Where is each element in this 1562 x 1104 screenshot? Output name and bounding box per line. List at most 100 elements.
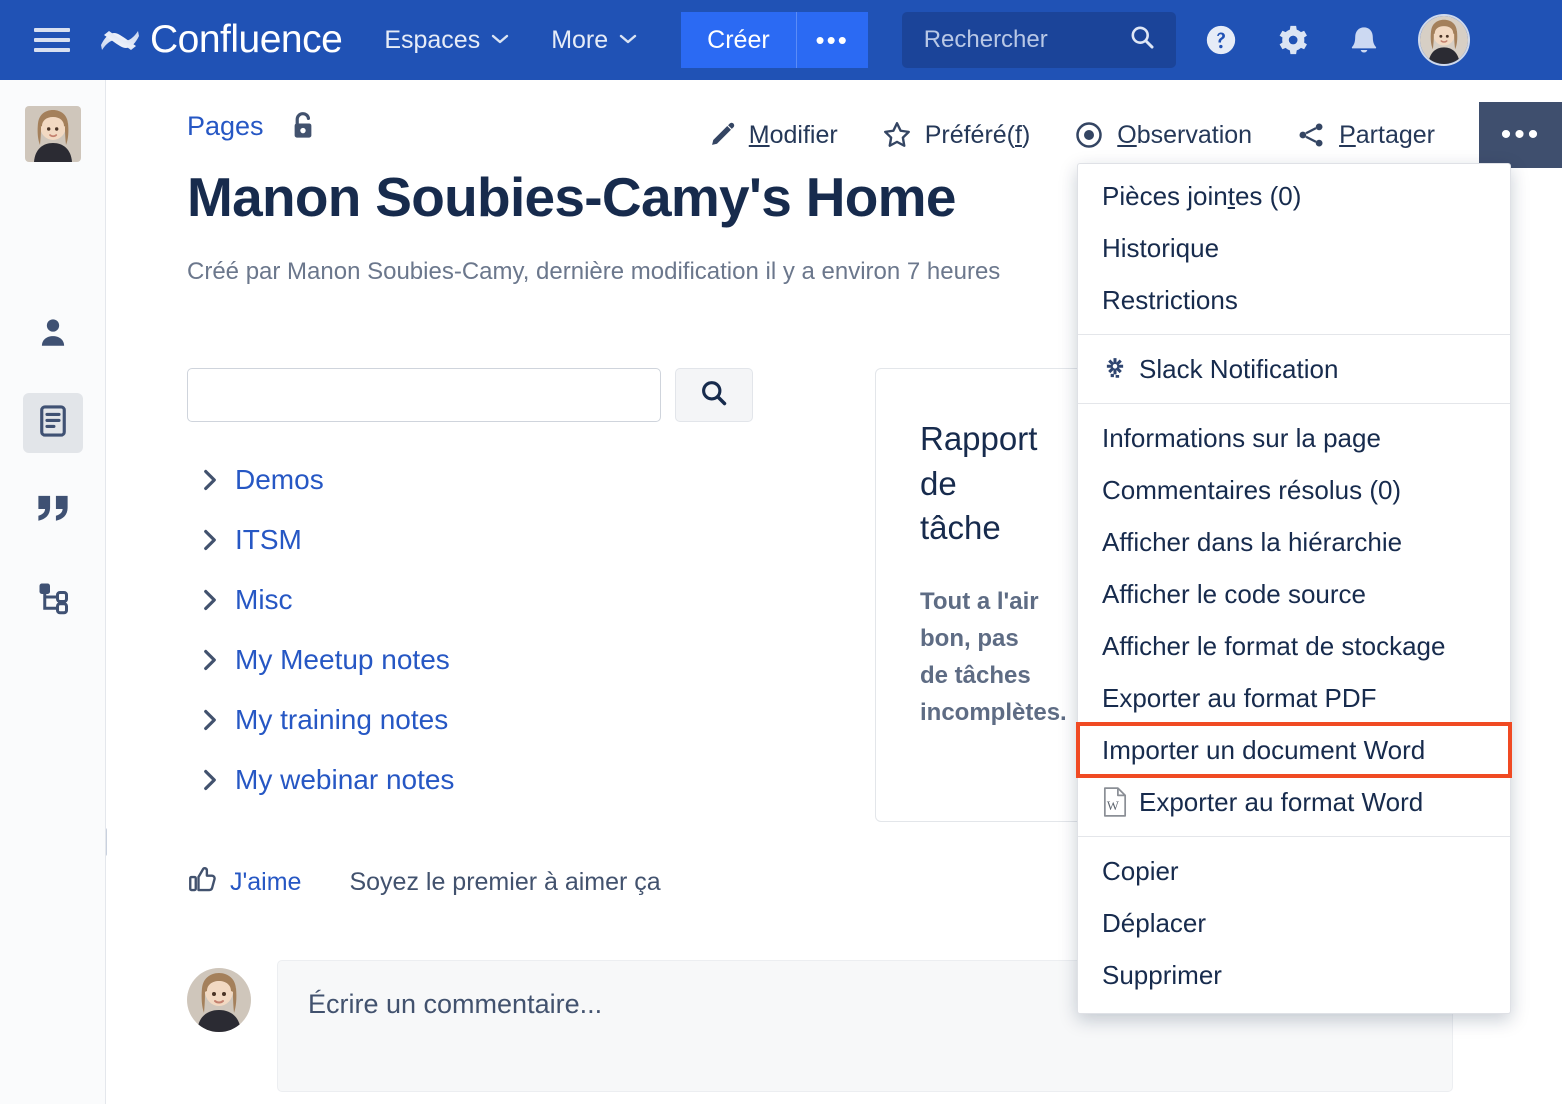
hierarchy-tree-icon	[35, 579, 71, 620]
confluence-logo-link[interactable]: Confluence	[98, 18, 343, 62]
menu-group-integrations: Slack Notification	[1078, 334, 1510, 395]
menu-item-view-storage-format[interactable]: Afficher le format de stockage	[1078, 620, 1510, 672]
search-icon	[699, 378, 729, 413]
list-item[interactable]: My Meetup notes	[193, 630, 833, 690]
person-icon	[35, 315, 71, 356]
chevron-right-icon[interactable]	[193, 709, 227, 731]
chevron-right-icon[interactable]	[193, 649, 227, 671]
list-item[interactable]: My training notes	[193, 690, 833, 750]
pencil-icon	[708, 121, 736, 149]
page-tree-link[interactable]: Demos	[235, 464, 324, 496]
menu-item-history[interactable]: Historique	[1078, 222, 1510, 274]
breadcrumb-pages-link[interactable]: Pages	[187, 111, 264, 142]
menu-item-slack-notification[interactable]: Slack Notification	[1078, 343, 1510, 395]
settings-gear-icon[interactable]	[1276, 23, 1310, 57]
share-icon	[1296, 120, 1326, 150]
menu-item-label: Déplacer	[1102, 907, 1207, 938]
menu-item-view-source[interactable]: Afficher le code source	[1078, 568, 1510, 620]
nav-item-espaces[interactable]: Espaces	[384, 26, 509, 55]
menu-item-view-in-hierarchy[interactable]: Afficher dans la hiérarchie	[1078, 516, 1510, 568]
like-button[interactable]: J'aime	[187, 865, 301, 900]
page-tree-link[interactable]: My training notes	[235, 704, 448, 736]
page-tree-link[interactable]: Misc	[235, 584, 293, 616]
page-title: Manon Soubies-Camy's Home	[187, 166, 956, 228]
task-report-title: Rapport de tâche	[920, 420, 1038, 547]
menu-item-delete[interactable]: Supprimer	[1078, 949, 1510, 1001]
menu-item-label: Exporter au format PDF	[1102, 682, 1377, 713]
hamburger-menu-icon[interactable]	[34, 22, 70, 58]
top-navigation-bar: Confluence Espaces More Créer ••• Recher…	[0, 0, 1562, 80]
chevron-right-icon[interactable]	[193, 769, 227, 791]
chevron-right-icon[interactable]	[193, 529, 227, 551]
page-tree-link[interactable]: ITSM	[235, 524, 302, 556]
page-tree-link[interactable]: My Meetup notes	[235, 644, 450, 676]
chevron-down-icon	[619, 30, 637, 50]
menu-item-export-pdf[interactable]: Exporter au format PDF	[1078, 672, 1510, 724]
space-avatar[interactable]	[25, 106, 81, 162]
confluence-wordmark: Confluence	[150, 18, 343, 61]
user-avatar[interactable]	[1417, 14, 1470, 66]
share-button[interactable]: Partager	[1296, 120, 1435, 150]
favorite-button-label: Préféré(f)	[924, 120, 1031, 149]
help-icon[interactable]	[1204, 23, 1238, 57]
edit-button-label: Modifier	[748, 120, 838, 149]
menu-item-label: Importer un document Word	[1102, 734, 1426, 765]
list-item[interactable]: Demos	[193, 450, 833, 510]
page-more-actions-menu: Pièces jointes (0) Historique Restrictio…	[1076, 163, 1512, 1014]
like-hint-text: Soyez le premier à aimer ça	[349, 868, 661, 896]
menu-item-label: Restrictions	[1102, 284, 1238, 315]
menu-item-label: Afficher dans la hiérarchie	[1102, 526, 1403, 557]
menu-bottom-padding	[1078, 1001, 1510, 1013]
chevron-right-icon[interactable]	[193, 469, 227, 491]
notifications-bell-icon[interactable]	[1348, 23, 1380, 57]
user-avatar-image	[1419, 16, 1468, 64]
create-button[interactable]: Créer	[681, 12, 796, 68]
create-more-button[interactable]: •••	[795, 12, 868, 68]
list-item[interactable]: Misc	[193, 570, 833, 630]
svg-text:W: W	[1107, 799, 1119, 813]
menu-item-copy[interactable]: Copier	[1078, 845, 1510, 897]
page-more-actions-button[interactable]: •••	[1479, 102, 1562, 168]
sidebar-item-blog[interactable]	[23, 481, 83, 541]
list-item[interactable]: My webinar notes	[193, 750, 833, 810]
list-item[interactable]: ITSM	[193, 510, 833, 570]
nav-item-more[interactable]: More	[551, 26, 637, 55]
menu-item-label: Commentaires résolus (0)	[1102, 474, 1402, 505]
menu-item-move[interactable]: Déplacer	[1078, 897, 1510, 949]
chevron-right-icon[interactable]	[193, 589, 227, 611]
menu-item-export-word[interactable]: W Exporter au format Word	[1078, 776, 1510, 828]
menu-item-resolved-comments[interactable]: Commentaires résolus (0)	[1078, 464, 1510, 516]
menu-item-import-word[interactable]: Importer un document Word	[1076, 722, 1512, 778]
page-tools-toolbar: Modifier Préféré(f) Observation Partager…	[708, 102, 1562, 168]
page-tree-link[interactable]: My webinar notes	[235, 764, 454, 796]
page-tree-search-input[interactable]	[187, 368, 661, 422]
sidebar-item-pages[interactable]	[23, 393, 83, 453]
menu-item-restrictions[interactable]: Restrictions	[1078, 274, 1510, 326]
star-icon	[882, 120, 912, 150]
like-button-label: J'aime	[230, 868, 302, 896]
slack-gear-icon	[1102, 356, 1128, 382]
menu-item-label: Copier	[1102, 855, 1179, 886]
sidebar-item-page-tree[interactable]	[23, 569, 83, 629]
menu-item-label: Slack Notification	[1139, 353, 1339, 384]
menu-item-label: Pièces jointes (0)	[1102, 180, 1302, 211]
watch-eye-icon	[1074, 120, 1104, 150]
breadcrumb: Pages	[187, 110, 318, 142]
nav-item-espaces-label: Espaces	[384, 25, 481, 54]
unlocked-padlock-icon[interactable]	[288, 110, 318, 142]
sidebar-item-people[interactable]	[23, 305, 83, 365]
quotation-marks-icon	[34, 492, 72, 531]
menu-item-page-information[interactable]: Informations sur la page	[1078, 412, 1510, 464]
menu-item-attachments[interactable]: Pièces jointes (0)	[1078, 170, 1510, 222]
global-search-input[interactable]: Rechercher	[901, 12, 1176, 68]
edit-button[interactable]: Modifier	[708, 121, 838, 150]
word-document-icon: W	[1102, 787, 1128, 817]
favorite-button[interactable]: Préféré(f)	[882, 120, 1031, 150]
chevron-down-icon	[491, 30, 509, 50]
menu-item-label: Exporter au format Word	[1139, 786, 1424, 817]
commenter-avatar-image	[187, 968, 251, 1032]
watch-button[interactable]: Observation	[1074, 120, 1252, 150]
page-tree-search-button[interactable]	[675, 368, 753, 422]
task-report-panel: Rapport de tâche Tout a l'air bon, pas d…	[875, 368, 1091, 822]
page-tree-list: Demos ITSM Misc My Meetup notes My train…	[193, 450, 833, 810]
